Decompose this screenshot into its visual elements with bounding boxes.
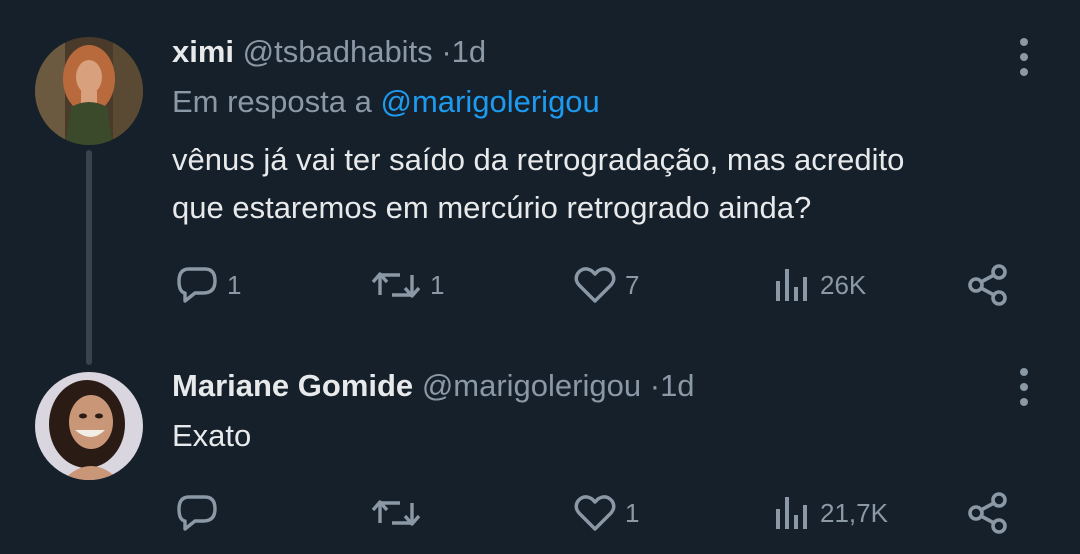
tweet-text: vênus já vai ter saído da retrogradação,… <box>172 136 1052 232</box>
tweet-text-line: que estaremos em mercúrio retrogrado ain… <box>172 190 812 225</box>
tweet-ximi[interactable]: ximi @tsbadhabits ·1d Em resposta a @mar… <box>0 0 1080 365</box>
heart-icon <box>574 495 616 531</box>
share-icon <box>968 264 1007 306</box>
action-bar: 1 21,7K <box>0 488 1080 538</box>
like-count: 1 <box>625 497 640 528</box>
tweet-text-line: vênus já vai ter saído da retrogradação,… <box>172 142 905 177</box>
thread-line <box>86 150 92 365</box>
share-button[interactable] <box>966 260 1012 310</box>
views-button[interactable]: 26K <box>772 260 866 310</box>
reply-context: Em resposta a @marigolerigou <box>172 84 600 120</box>
tweet-header: Mariane Gomide @marigolerigou ·1d <box>172 368 695 404</box>
timestamp[interactable]: 1d <box>660 368 694 403</box>
like-button[interactable]: 7 <box>573 260 639 310</box>
views-count: 26K <box>820 269 867 300</box>
avatar[interactable] <box>35 372 143 480</box>
reply-button[interactable]: 1 <box>175 260 241 310</box>
views-count: 21,7K <box>820 497 888 528</box>
timestamp[interactable]: 1d <box>452 34 486 69</box>
retweet-button[interactable]: 1 <box>370 260 444 310</box>
separator: · <box>441 34 452 69</box>
tweet-text: Exato <box>172 412 1052 460</box>
views-icon <box>776 269 807 301</box>
heart-icon <box>574 267 616 303</box>
tweet-text-line: Exato <box>172 418 252 453</box>
avatar[interactable] <box>35 37 143 145</box>
retweet-icon <box>371 500 421 526</box>
share-icon <box>968 492 1007 534</box>
retweet-icon <box>371 272 421 298</box>
tweet-header: ximi @tsbadhabits ·1d <box>172 34 486 70</box>
share-button[interactable] <box>966 488 1012 538</box>
retweet-button[interactable] <box>370 488 430 538</box>
reply-mention-link[interactable]: @marigolerigou <box>381 84 600 119</box>
reply-prefix: Em resposta a <box>172 84 372 119</box>
like-button[interactable]: 1 <box>573 488 639 538</box>
reply-count: 1 <box>227 269 242 300</box>
tweet-mariane[interactable]: Mariane Gomide @marigolerigou ·1d Exato <box>0 340 1080 554</box>
reply-button[interactable] <box>175 488 227 538</box>
views-icon <box>776 497 807 529</box>
retweet-count: 1 <box>430 269 445 300</box>
more-vertical-icon <box>1020 368 1028 376</box>
like-count: 7 <box>625 269 640 300</box>
more-vertical-icon <box>1020 38 1028 46</box>
more-menu-button[interactable] <box>1012 38 1036 76</box>
views-button[interactable]: 21,7K <box>772 488 888 538</box>
reply-icon <box>177 495 217 531</box>
reply-icon <box>177 267 217 303</box>
display-name[interactable]: Mariane Gomide <box>172 368 413 403</box>
user-handle[interactable]: @tsbadhabits <box>243 34 433 69</box>
separator: · <box>649 368 661 403</box>
user-handle[interactable]: @marigolerigou <box>422 368 641 403</box>
more-menu-button[interactable] <box>1012 368 1036 406</box>
action-bar: 1 1 7 26K <box>0 260 1080 310</box>
display-name[interactable]: ximi <box>172 34 234 69</box>
